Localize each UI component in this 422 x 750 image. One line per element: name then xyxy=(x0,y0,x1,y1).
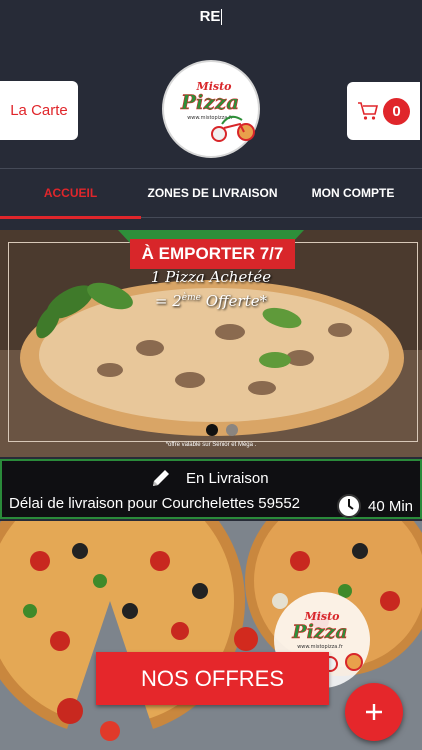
logo-watermark-url: www.mistopizza.fr xyxy=(297,644,344,650)
la-carte-label: La Carte xyxy=(10,102,68,119)
promo-line-2: = 2ème Offerte* xyxy=(0,292,422,310)
logo-watermark-brand: Pizza xyxy=(291,621,347,643)
tab-label: ZONES DE LIVRAISON xyxy=(147,186,278,200)
add-button[interactable] xyxy=(345,683,403,741)
promo-line-2-suffix: Offerte* xyxy=(200,292,268,310)
delivery-panel[interactable]: En Livraison Délai de livraison pour Cou… xyxy=(0,459,422,519)
delivery-time: 40 Min xyxy=(336,493,413,519)
promo-line-1: 1 Pizza Achetée xyxy=(150,268,272,286)
carousel-dot[interactable] xyxy=(226,424,238,436)
delivery-mode-label: En Livraison xyxy=(186,469,269,487)
tab-accueil[interactable]: ACCUEIL xyxy=(0,169,141,219)
offer-footnote: *offre valable sur Senior et Méga . xyxy=(165,442,257,448)
pencil-icon xyxy=(153,470,169,486)
logo-brand: Pizza xyxy=(180,90,239,114)
home-screen: RE La Carte Misto Pizza www.mistopizza.f… xyxy=(0,0,422,750)
logo-graphic: Misto Pizza www.mistopizza.fr xyxy=(180,80,255,142)
clock-icon xyxy=(337,494,361,518)
nos-offres-button[interactable]: NOS OFFRES xyxy=(96,652,329,705)
tab-label: ACCUEIL xyxy=(43,186,98,200)
nos-offres-label: NOS OFFRES xyxy=(140,665,284,691)
promo-line-2-sup: ème xyxy=(181,293,201,303)
search-text-value: RE xyxy=(199,8,221,25)
promo-line-2-prefix: = 2 xyxy=(154,292,182,310)
cart-button[interactable]: 0 xyxy=(347,82,420,140)
la-carte-button[interactable]: La Carte xyxy=(0,81,78,140)
delivery-mode[interactable]: En Livraison xyxy=(150,467,269,489)
tab-zones-de-livraison[interactable]: ZONES DE LIVRAISON xyxy=(141,169,284,217)
main-nav: ACCUEIL ZONES DE LIVRAISON MON COMPTE xyxy=(0,168,422,219)
ribbon-label: À EMPORTER 7/7 xyxy=(130,239,295,269)
plus-icon xyxy=(366,704,382,720)
promo-banner[interactable]: À EMPORTER 7/7 1 Pizza Achetée = 2ème Of… xyxy=(0,230,422,457)
tab-label: MON COMPTE xyxy=(311,186,395,200)
tab-mon-compte[interactable]: MON COMPTE xyxy=(284,169,422,217)
cart-count-badge: 0 xyxy=(383,97,410,125)
text-caret xyxy=(221,9,223,26)
cart-icon xyxy=(358,102,379,120)
search-text[interactable]: RE xyxy=(0,8,422,26)
delivery-time-value: 40 Min xyxy=(368,497,414,515)
delivery-delay-label: Délai de livraison pour Courchelettes 59… xyxy=(9,495,301,512)
brand-logo[interactable]: Misto Pizza www.mistopizza.fr xyxy=(162,60,260,158)
carousel-dot-active[interactable] xyxy=(206,424,218,436)
